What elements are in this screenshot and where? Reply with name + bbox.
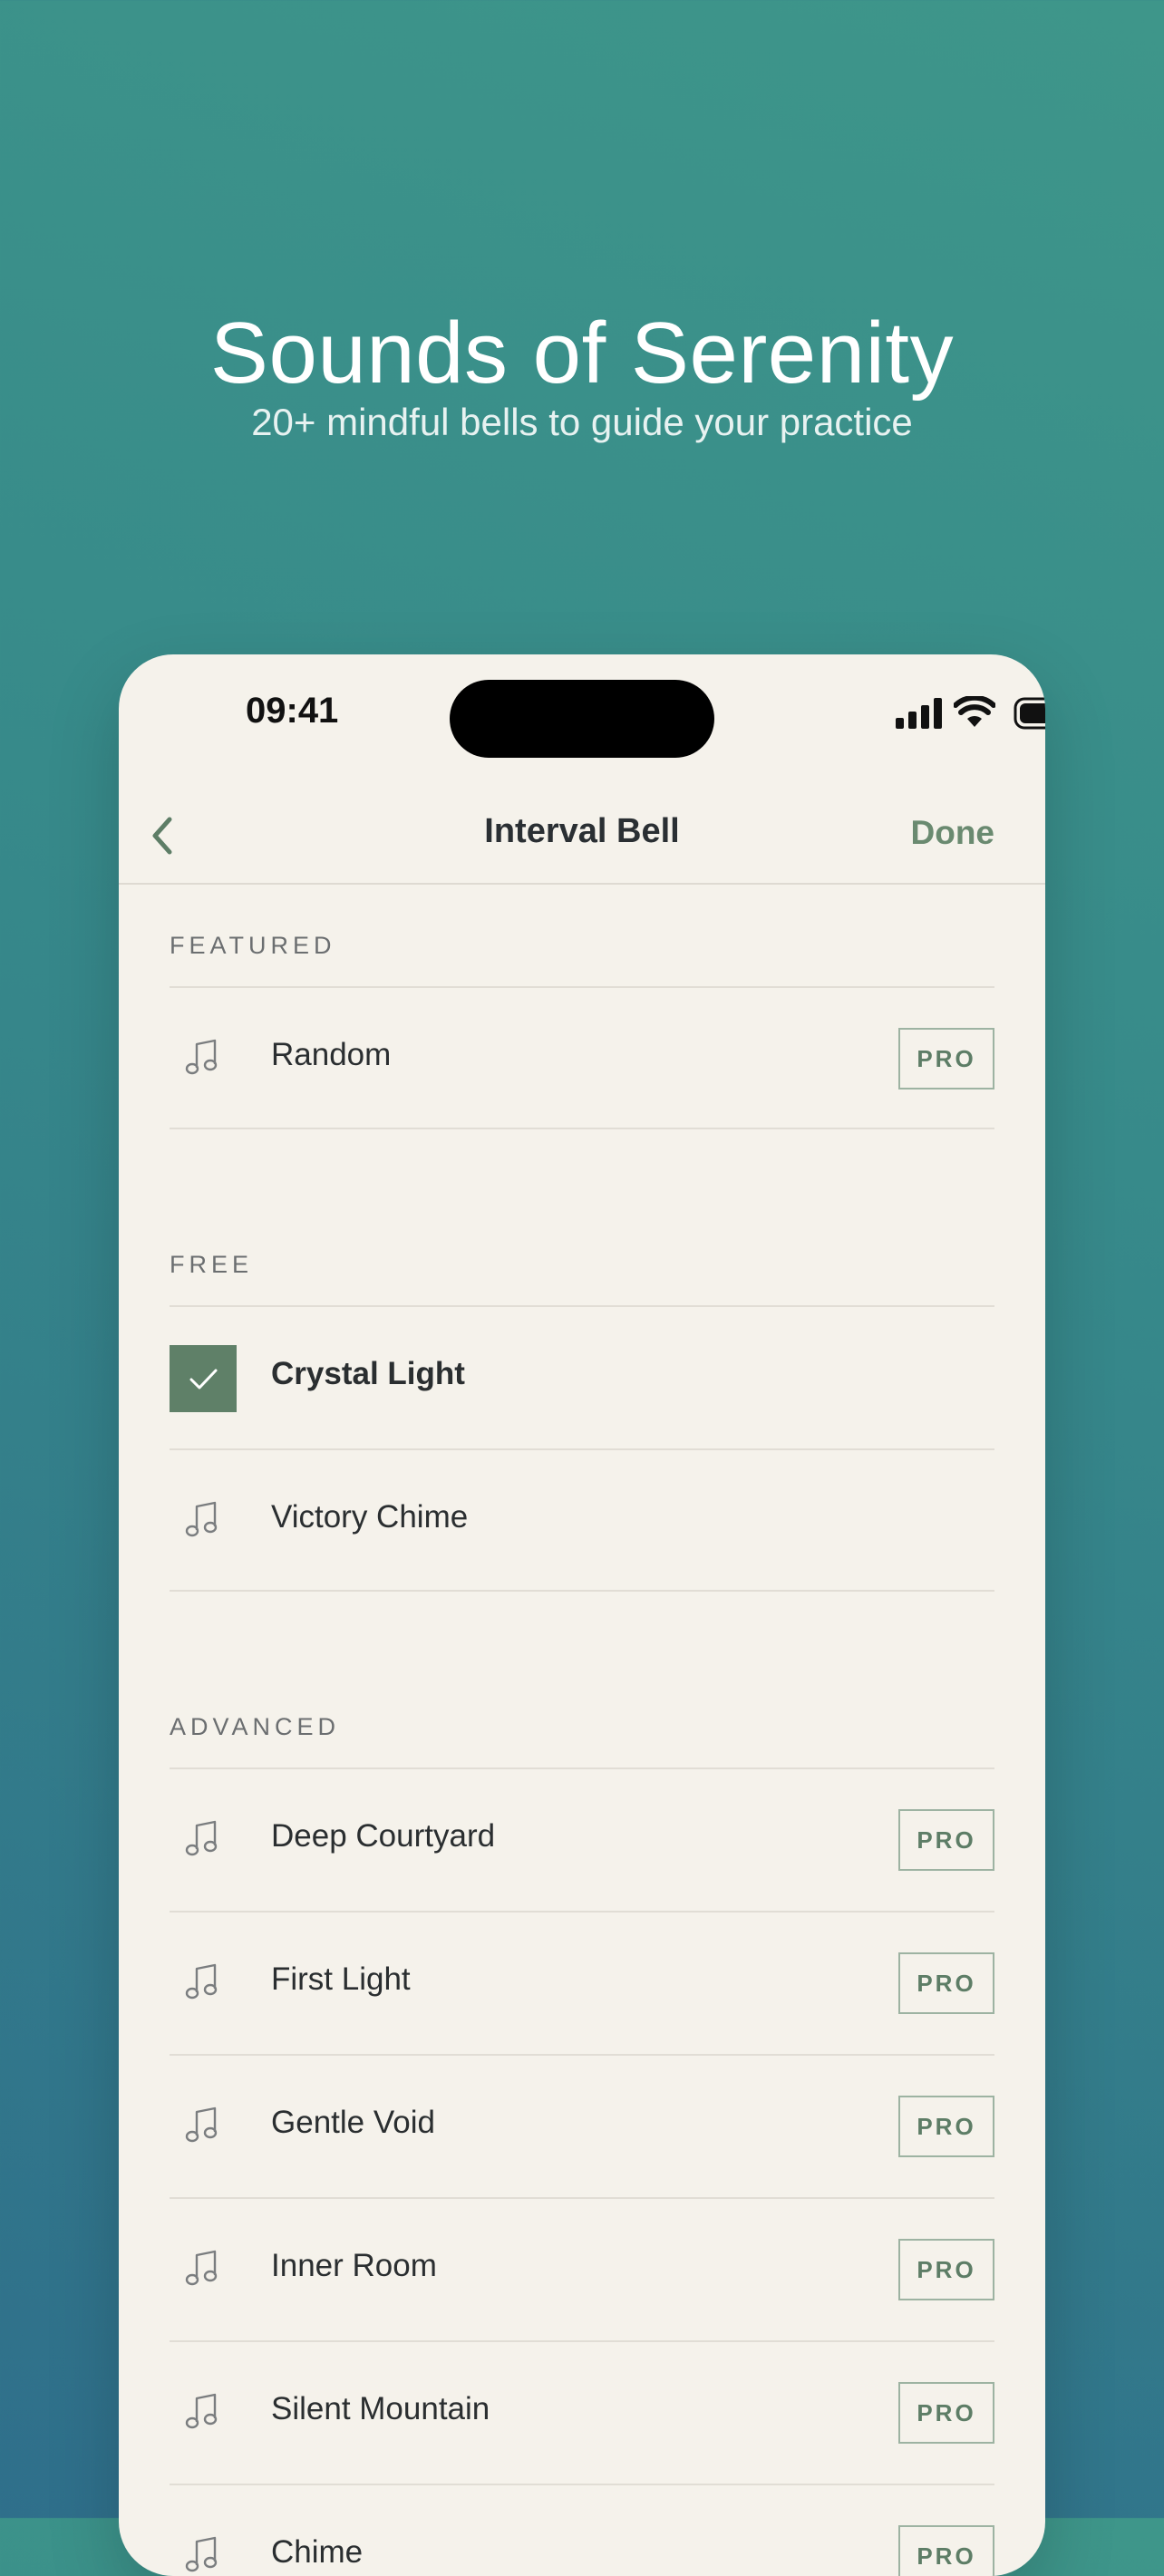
- pro-badge: PRO: [898, 2525, 994, 2576]
- bell-row-label: Victory Chime: [271, 1499, 469, 1535]
- bell-row-label: Deep Courtyard: [271, 1818, 496, 1854]
- bell-row[interactable]: Gentle Void PRO: [170, 2054, 994, 2197]
- music-note-icon: [184, 1960, 222, 2005]
- bell-row-label: Crystal Light: [271, 1356, 465, 1391]
- music-note-icon: [184, 2389, 222, 2435]
- bell-row-label: Inner Room: [271, 2248, 437, 2283]
- music-note-icon: [184, 1035, 222, 1080]
- pro-badge: PRO: [898, 2096, 994, 2157]
- bell-row[interactable]: Inner Room PRO: [170, 2197, 994, 2340]
- nav-title: Interval Bell: [484, 812, 680, 850]
- dynamic-island: [450, 680, 714, 758]
- pro-badge: PRO: [898, 1028, 994, 1089]
- pro-badge: PRO: [898, 1952, 994, 2014]
- pro-badge: PRO: [898, 1809, 994, 1871]
- pro-badge: PRO: [898, 2382, 994, 2444]
- checkmark-icon: [170, 1345, 237, 1412]
- section-header-advanced: ADVANCED: [170, 1713, 341, 1740]
- bell-row[interactable]: Victory Chime: [170, 1448, 994, 1592]
- bell-row-label: Chime: [271, 2534, 364, 2570]
- bell-row[interactable]: First Light PRO: [170, 1911, 994, 2054]
- done-button[interactable]: Done: [911, 814, 995, 852]
- battery-icon: [1014, 697, 1045, 730]
- bell-row[interactable]: Crystal Light: [170, 1305, 994, 1448]
- wifi-icon: [954, 696, 995, 727]
- music-note-icon: [184, 2246, 222, 2291]
- bell-row-label: Gentle Void: [271, 2105, 435, 2140]
- navigation-bar: Interval Bell Done: [119, 789, 1045, 885]
- bell-row-label: First Light: [271, 1961, 411, 1997]
- hero-subtitle: 20+ mindful bells to guide your practice: [251, 401, 913, 443]
- status-time: 09:41: [246, 691, 339, 731]
- bell-row-label: Silent Mountain: [271, 2391, 490, 2426]
- music-note-icon: [184, 2532, 222, 2576]
- pro-badge: PRO: [898, 2239, 994, 2300]
- bell-row[interactable]: Silent Mountain PRO: [170, 2340, 994, 2484]
- bell-row[interactable]: Random PRO: [170, 986, 994, 1129]
- hero-title: Sounds of Serenity: [209, 305, 955, 402]
- phone-screen: 09:41 Interval Bell Done FEATURED Random P: [119, 654, 1045, 2576]
- bell-row[interactable]: Chime PRO: [170, 2484, 994, 2576]
- cellular-signal-icon: [896, 698, 942, 729]
- bell-row-label: Random: [271, 1037, 392, 1072]
- music-note-icon: [184, 1497, 222, 1543]
- music-note-icon: [184, 1816, 222, 1862]
- music-note-icon: [184, 2103, 222, 2148]
- section-header-free: FREE: [170, 1251, 254, 1278]
- status-icons: [776, 692, 1045, 732]
- bell-row[interactable]: Deep Courtyard PRO: [170, 1767, 994, 1911]
- section-header-featured: FEATURED: [170, 932, 336, 959]
